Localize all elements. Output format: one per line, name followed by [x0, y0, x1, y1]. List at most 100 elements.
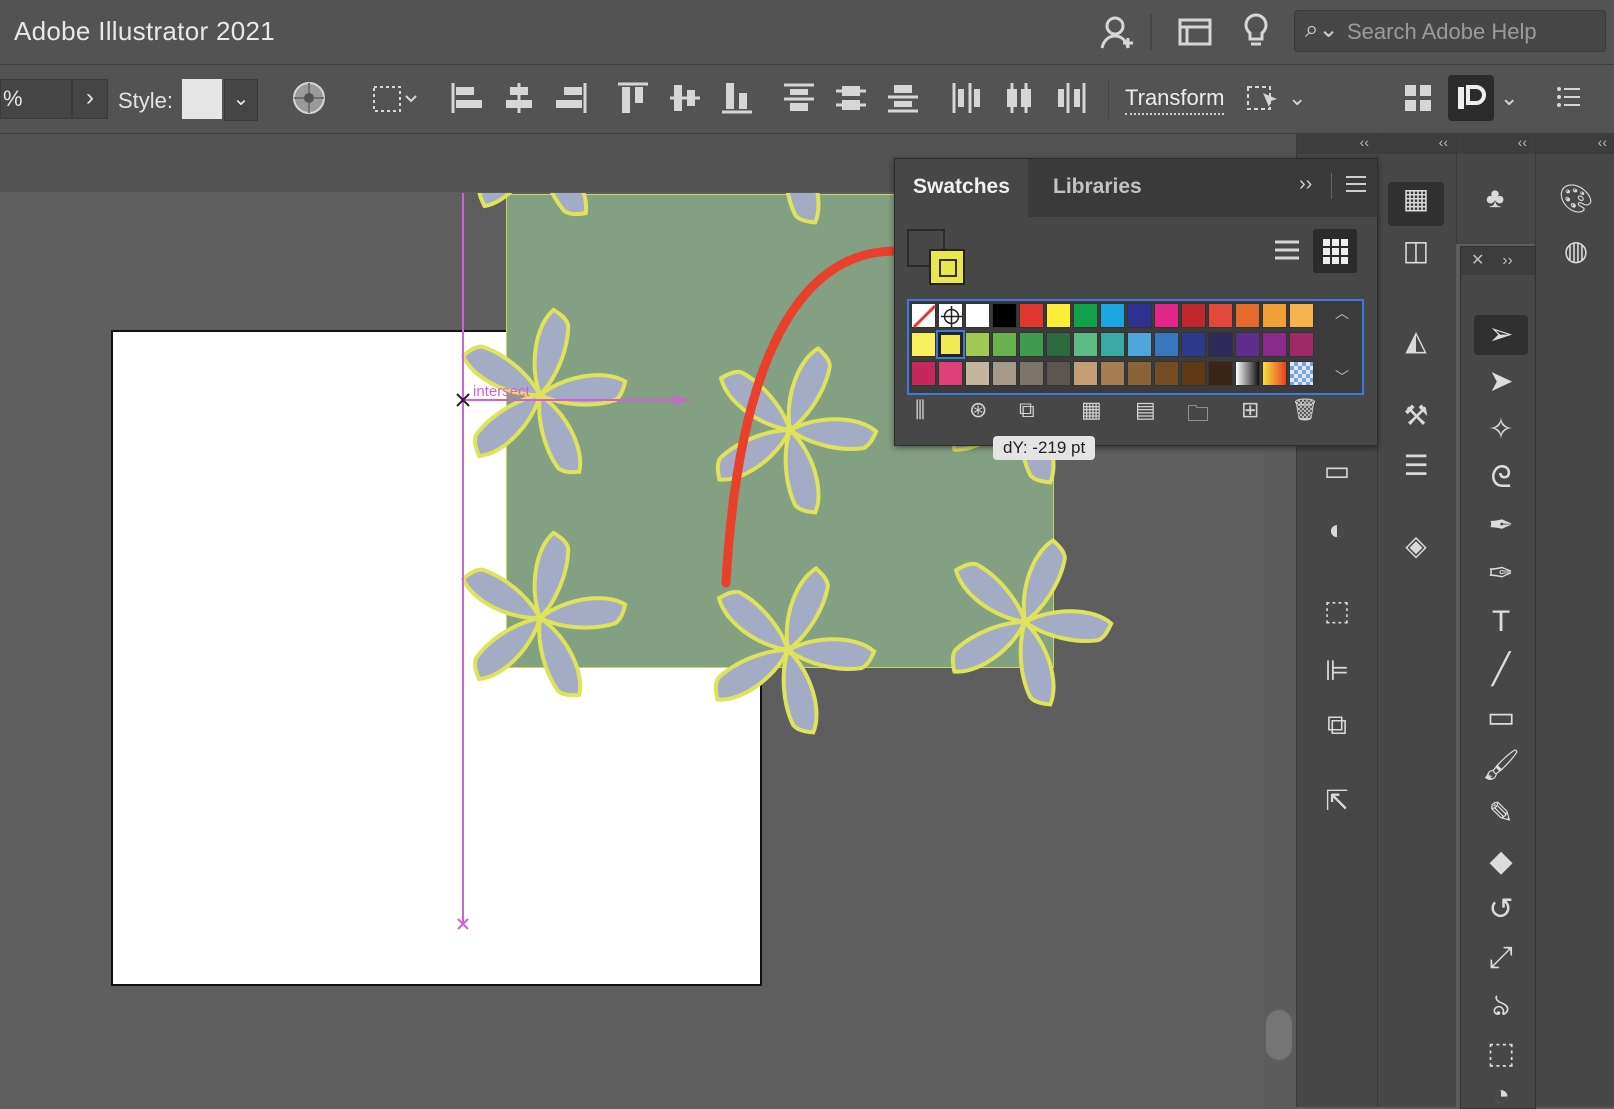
swatch[interactable] — [1289, 332, 1314, 357]
tab-swatches[interactable]: Swatches — [895, 159, 1028, 217]
shape-builder-tool-icon[interactable]: ◔ — [1474, 1076, 1528, 1106]
type-tool-icon[interactable]: T — [1474, 602, 1528, 642]
swatch[interactable] — [1208, 332, 1233, 357]
swatch[interactable] — [1127, 303, 1152, 328]
libraries-panel-icon[interactable]: ◫ — [1388, 234, 1444, 267]
lasso-tool-icon[interactable]: ᘓ — [1474, 458, 1528, 498]
swatch[interactable] — [1019, 303, 1044, 328]
direct-selection-tool-icon[interactable]: ➤ — [1474, 362, 1528, 402]
new-swatch-icon[interactable]: ⊞ — [1241, 397, 1259, 423]
free-transform-tool-icon[interactable]: ⬚ — [1474, 1034, 1528, 1074]
swatch[interactable] — [1046, 361, 1071, 386]
swatch-none[interactable] — [911, 303, 937, 329]
swatch[interactable] — [1073, 361, 1098, 386]
collapse-panels-icon[interactable]: ‹‹ — [1536, 134, 1614, 154]
swatch[interactable] — [1127, 361, 1152, 386]
swatch[interactable] — [992, 332, 1017, 357]
align-panel-icon[interactable]: ⊫ — [1309, 654, 1365, 687]
selection-tool-icon[interactable]: ➢ — [1474, 315, 1528, 355]
show-swatch-kinds-icon[interactable]: ▦ — [1081, 397, 1102, 423]
scale-tool-icon[interactable]: ⤢ — [1474, 938, 1528, 978]
swatch[interactable] — [992, 303, 1017, 328]
swatch[interactable] — [1181, 303, 1206, 328]
swatch[interactable] — [965, 332, 990, 357]
curvature-tool-icon[interactable]: ✑ — [1474, 554, 1528, 594]
add-selected-colors-icon[interactable]: ⊛ — [969, 397, 987, 423]
panel-menu-icon[interactable] — [1345, 175, 1367, 198]
swatch[interactable] — [1127, 332, 1152, 357]
fill-indicator[interactable] — [929, 249, 965, 285]
swatch[interactable] — [1019, 332, 1044, 357]
tab-libraries[interactable]: Libraries — [1035, 159, 1160, 217]
swatch[interactable] — [1262, 332, 1287, 357]
swatch-options-icon[interactable]: ⧉ — [1019, 397, 1035, 423]
color-panel-icon[interactable]: 🎨︎ — [1548, 182, 1604, 215]
pen-tool-icon[interactable]: ✒ — [1474, 506, 1528, 546]
swatch-libraries-menu-icon[interactable]: ⫼ — [915, 397, 925, 423]
swatch[interactable] — [1073, 332, 1098, 357]
shaper-tool-icon[interactable]: ✎ — [1474, 794, 1528, 834]
swatch[interactable] — [1181, 361, 1206, 386]
swatch[interactable] — [965, 361, 990, 386]
swatch[interactable] — [911, 361, 936, 386]
color-guide-panel-icon[interactable]: ◭ — [1388, 324, 1444, 357]
swatch[interactable] — [1100, 361, 1125, 386]
swatch-registration[interactable] — [938, 303, 963, 328]
swatch[interactable] — [938, 361, 963, 386]
warp-tool-icon[interactable]: ঌ — [1474, 986, 1528, 1026]
swatch[interactable] — [1235, 303, 1260, 328]
expand-panel-icon[interactable]: ›› — [1299, 173, 1312, 196]
swatch[interactable] — [1154, 332, 1179, 357]
swatch-pattern[interactable] — [1289, 361, 1314, 386]
vertical-scrollbar-thumb[interactable] — [1266, 1010, 1292, 1060]
swatch-options-list-icon[interactable]: ▤ — [1135, 397, 1156, 423]
rectangle-tool-icon[interactable]: ▭ — [1474, 698, 1528, 738]
export-panel-icon[interactable]: ⇱ — [1309, 784, 1365, 817]
smart-guide-label: intersect — [473, 383, 530, 400]
swatch[interactable] — [1100, 303, 1125, 328]
swatch[interactable] — [965, 303, 990, 328]
paintbrush-tool-icon[interactable]: 🖌︎ — [1474, 746, 1528, 786]
swatch-gradient[interactable] — [1235, 361, 1260, 386]
transform-panel-icon[interactable]: ⬚ — [1309, 594, 1365, 627]
swatch[interactable] — [1073, 303, 1098, 328]
rotate-tool-icon[interactable]: ↺ — [1474, 890, 1528, 930]
collapse-panels-icon[interactable]: ‹‹ — [1457, 134, 1535, 154]
swatch[interactable] — [1208, 303, 1233, 328]
swatch[interactable] — [1019, 361, 1044, 386]
grid-view-icon[interactable] — [1313, 229, 1357, 273]
line-segment-tool-icon[interactable]: ╱ — [1474, 650, 1528, 690]
swatches-panel-icon[interactable]: ▦ — [1388, 182, 1444, 226]
layers-panel-icon[interactable]: ◈ — [1388, 529, 1444, 562]
transparency-panel-icon[interactable]: ◐ — [1309, 514, 1365, 546]
swatch[interactable] — [1262, 303, 1287, 328]
swatch[interactable] — [911, 332, 936, 357]
swatch[interactable] — [1181, 332, 1206, 357]
swatch[interactable] — [1154, 303, 1179, 328]
swatch[interactable] — [1046, 332, 1071, 357]
swatch[interactable] — [1100, 332, 1125, 357]
magic-wand-tool-icon[interactable]: ✧ — [1474, 410, 1528, 450]
delete-swatch-icon[interactable]: 🗑︎ — [1291, 397, 1319, 423]
swatch-selected[interactable] — [936, 330, 965, 359]
new-color-group-icon[interactable]: 🗀 — [1187, 397, 1209, 435]
swatch[interactable] — [1235, 332, 1260, 357]
stroke-panel-icon[interactable]: ☰ — [1388, 449, 1444, 482]
swatch[interactable] — [1208, 361, 1233, 386]
swatch-gradient[interactable] — [1262, 361, 1287, 386]
dock-column-4: ‹‹ 🎨︎ ◍ — [1535, 134, 1614, 1107]
swatch[interactable] — [1289, 303, 1314, 328]
gradient-panel-icon[interactable]: ▭ — [1309, 454, 1365, 487]
list-view-icon[interactable] — [1265, 229, 1309, 273]
collapse-panels-icon[interactable]: ‹‹ — [1297, 134, 1377, 154]
brushes-panel-icon[interactable]: ⚒ — [1388, 399, 1444, 432]
swatch[interactable] — [1046, 303, 1071, 328]
pathfinder-panel-icon[interactable]: ⧉ — [1309, 709, 1365, 742]
collapse-panels-icon[interactable]: ‹‹ — [1378, 134, 1456, 154]
swatch-scrollbar[interactable]: ︿ ﹀ — [1335, 303, 1353, 387]
swatch[interactable] — [992, 361, 1017, 386]
appearance-panel-icon[interactable]: ◍ — [1548, 234, 1604, 267]
swatch[interactable] — [1154, 361, 1179, 386]
eraser-tool-icon[interactable]: ◆ — [1474, 842, 1528, 882]
symbols-panel-icon[interactable]: ♣ — [1467, 182, 1523, 214]
